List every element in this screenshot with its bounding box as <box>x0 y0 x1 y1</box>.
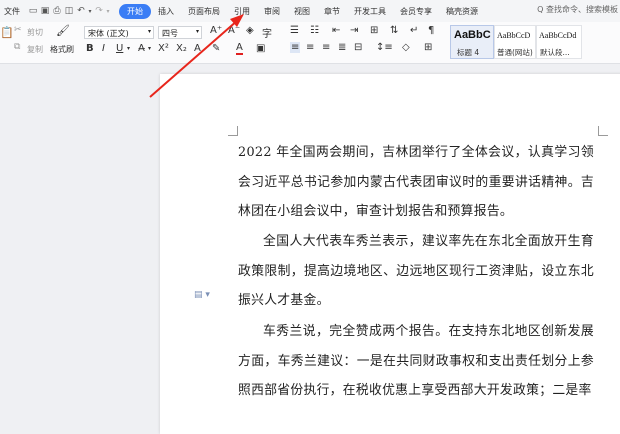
subscript-icon[interactable]: X₂ <box>176 43 187 54</box>
export-icon[interactable]: ▣ <box>39 5 51 17</box>
distribute-icon[interactable]: ⊟ <box>354 42 362 53</box>
copy-button[interactable]: 复制 <box>27 44 43 55</box>
file-menu[interactable]: 文件 <box>0 6 27 17</box>
justify-icon[interactable]: ≣ <box>338 42 346 53</box>
page-corner-mark <box>598 126 608 136</box>
document-canvas: 2022 年全国两会期间，吉林团举行了全体会议，认真学习领会习近平总书记参加内蒙… <box>0 64 620 434</box>
font-size-value: 四号 <box>162 29 178 38</box>
style-preview: AaBbCcDd <box>539 31 577 40</box>
borders-icon[interactable]: ⊞ <box>424 42 432 53</box>
style-normal-web[interactable]: AaBbCcD 普通(网站) <box>494 25 536 59</box>
style-label: 普通(网站) <box>497 48 533 57</box>
redo-icon[interactable]: ↷ <box>93 5 105 17</box>
font-color-icon[interactable]: A <box>236 43 243 55</box>
paragraph[interactable]: 车秀兰说，完全赞成两个报告。在支持东北地区创新发展方面，车秀兰建议：一是在共同财… <box>238 317 594 406</box>
font-name-value: 宋体 (正文) <box>88 29 129 38</box>
cut-button[interactable]: 剪切 <box>27 27 43 38</box>
font-size-select[interactable]: 四号 ▾ <box>158 26 202 39</box>
menu-bar: 文件 ▭ ▣ ⎙ ◫ ↶ ▾ ↷ ▾ 开始 插入 页面布局 引用 审阅 视图 章… <box>0 0 620 22</box>
grow-font-icon[interactable]: A⁺ <box>210 25 222 36</box>
copy-icon[interactable]: ⧉ <box>14 42 20 52</box>
font-name-select[interactable]: 宋体 (正文) ▾ <box>84 26 154 39</box>
bold-icon[interactable]: B <box>86 43 94 54</box>
document-page[interactable]: 2022 年全国两会期间，吉林团举行了全体会议，认真学习领会习近平总书记参加内蒙… <box>160 74 620 434</box>
align-left-icon[interactable]: ≡ <box>290 42 301 53</box>
style-label: 默认段... <box>540 48 570 57</box>
undo-icon[interactable]: ↶ <box>75 5 87 17</box>
strikethrough-dropdown-icon[interactable]: ▾ <box>148 45 151 52</box>
chevron-down-icon: ▾ <box>147 28 151 35</box>
line-spacing-icon[interactable]: ↕≡ <box>376 42 393 53</box>
tab-review[interactable]: 审阅 <box>257 6 287 17</box>
strikethrough-icon[interactable]: A̶ <box>138 43 145 54</box>
print-icon[interactable]: ⎙ <box>51 5 63 17</box>
format-painter-icon[interactable]: 🖌 <box>56 24 70 37</box>
format-painter-button[interactable]: 格式刷 <box>50 44 74 55</box>
bullet-list-icon[interactable]: ☰ <box>290 25 299 36</box>
increase-indent-icon[interactable]: ⇥ <box>350 25 358 36</box>
paragraph[interactable]: 全国人大代表车秀兰表示，建议率先在东北全面放开生育政策限制，提高边境地区、边远地… <box>238 227 594 316</box>
page-corner-mark <box>228 126 238 136</box>
align-right-icon[interactable]: ≡ <box>322 42 330 53</box>
redo-dropdown-icon[interactable]: ▾ <box>105 5 111 17</box>
superscript-icon[interactable]: X² <box>158 43 169 54</box>
tab-section[interactable]: 章节 <box>317 6 347 17</box>
chinese-layout-icon[interactable]: ⊞ <box>370 25 378 36</box>
paragraph-mark-icon[interactable]: ¶ <box>428 25 434 36</box>
tab-resources[interactable]: 稿壳资源 <box>439 6 485 17</box>
show-marks-icon[interactable]: ↵ <box>410 25 418 36</box>
paragraph-menu-icon[interactable]: ▤ ▾ <box>194 290 210 300</box>
cut-icon[interactable]: ✂ <box>14 25 22 35</box>
paste-icon[interactable]: 📋 <box>0 26 14 39</box>
phonetic-icon[interactable]: 字 <box>262 25 272 40</box>
underline-dropdown-icon[interactable]: ▾ <box>127 45 130 52</box>
tab-page-layout[interactable]: 页面布局 <box>181 6 227 17</box>
align-center-icon[interactable]: ≡ <box>306 42 314 53</box>
ribbon-toolbar: 📋 ✂ 剪切 ⧉ 复制 🖌 格式刷 宋体 (正文) ▾ 四号 ▾ A⁺ A⁻ ◈… <box>0 22 620 64</box>
numbered-list-icon[interactable]: ☷ <box>310 25 319 36</box>
sort-icon[interactable]: ⇅ <box>390 25 398 36</box>
preview-icon[interactable]: ◫ <box>63 5 75 17</box>
text-effect-icon[interactable]: A <box>194 43 201 54</box>
style-label: 标题 4 <box>457 48 480 57</box>
search-input[interactable]: Q 查找命令、搜索模板 <box>537 4 618 15</box>
tab-references[interactable]: 引用 <box>227 6 257 17</box>
underline-icon[interactable]: U <box>116 43 123 54</box>
paragraph[interactable]: 2022 年全国两会期间，吉林团举行了全体会议，认真学习领会习近平总书记参加内蒙… <box>238 138 594 227</box>
decrease-indent-icon[interactable]: ⇤ <box>332 25 340 36</box>
shading-icon[interactable]: ◇ <box>402 42 410 53</box>
char-shading-icon[interactable]: ▣ <box>256 43 265 54</box>
style-heading4[interactable]: AaBbC 标题 4 <box>450 25 494 59</box>
tab-developer[interactable]: 开发工具 <box>347 6 393 17</box>
chevron-down-icon: ▾ <box>195 28 199 35</box>
style-default-para[interactable]: AaBbCcDd 默认段... <box>536 25 582 59</box>
highlight-icon[interactable]: ✎ <box>212 43 220 54</box>
italic-icon[interactable]: I <box>102 43 105 54</box>
style-preview: AaBbC <box>454 29 491 41</box>
shrink-font-icon[interactable]: A⁻ <box>228 25 240 36</box>
tab-view[interactable]: 视图 <box>287 6 317 17</box>
style-preview: AaBbCcD <box>497 31 531 40</box>
tab-member[interactable]: 会员专享 <box>393 6 439 17</box>
clear-format-icon[interactable]: ◈ <box>246 25 254 36</box>
tab-home[interactable]: 开始 <box>119 3 151 19</box>
save-icon[interactable]: ▭ <box>27 5 39 17</box>
tab-insert[interactable]: 插入 <box>151 6 181 17</box>
